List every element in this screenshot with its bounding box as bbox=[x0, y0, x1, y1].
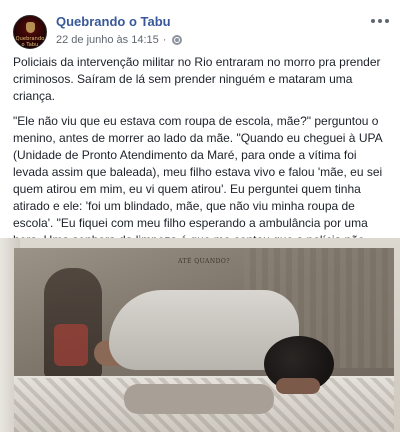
background-person bbox=[44, 268, 102, 378]
facebook-post: Quebrando o Tabu Quebrando o Tabu 22 de … bbox=[0, 0, 400, 432]
woman-face bbox=[276, 378, 320, 394]
more-dot bbox=[371, 19, 375, 23]
page-name-link[interactable]: Quebrando o Tabu bbox=[56, 14, 171, 29]
more-dot bbox=[385, 19, 389, 23]
more-dot bbox=[378, 19, 382, 23]
post-meta: 22 de junho às 14:15 · bbox=[56, 34, 183, 46]
page-logo-icon bbox=[26, 22, 35, 33]
covered-body bbox=[124, 384, 274, 414]
avatar-label: Quebrando o Tabu bbox=[15, 36, 45, 48]
post-header: Quebrando o Tabu Quebrando o Tabu 22 de … bbox=[0, 0, 400, 54]
more-options-icon[interactable] bbox=[371, 16, 389, 26]
post-paragraph: Policiais da intervenção militar no Rio … bbox=[13, 55, 381, 103]
post-timestamp[interactable]: 22 de junho às 14:15 bbox=[56, 34, 159, 46]
avatar[interactable]: Quebrando o Tabu bbox=[13, 15, 47, 49]
post-photo[interactable]: ATÉ QUANDO? bbox=[0, 238, 400, 432]
meta-separator: · bbox=[162, 34, 167, 46]
globe-icon[interactable] bbox=[172, 35, 183, 45]
photo-caption: ATÉ QUANDO? bbox=[177, 258, 231, 265]
newspaper-photo: ATÉ QUANDO? bbox=[14, 248, 394, 432]
